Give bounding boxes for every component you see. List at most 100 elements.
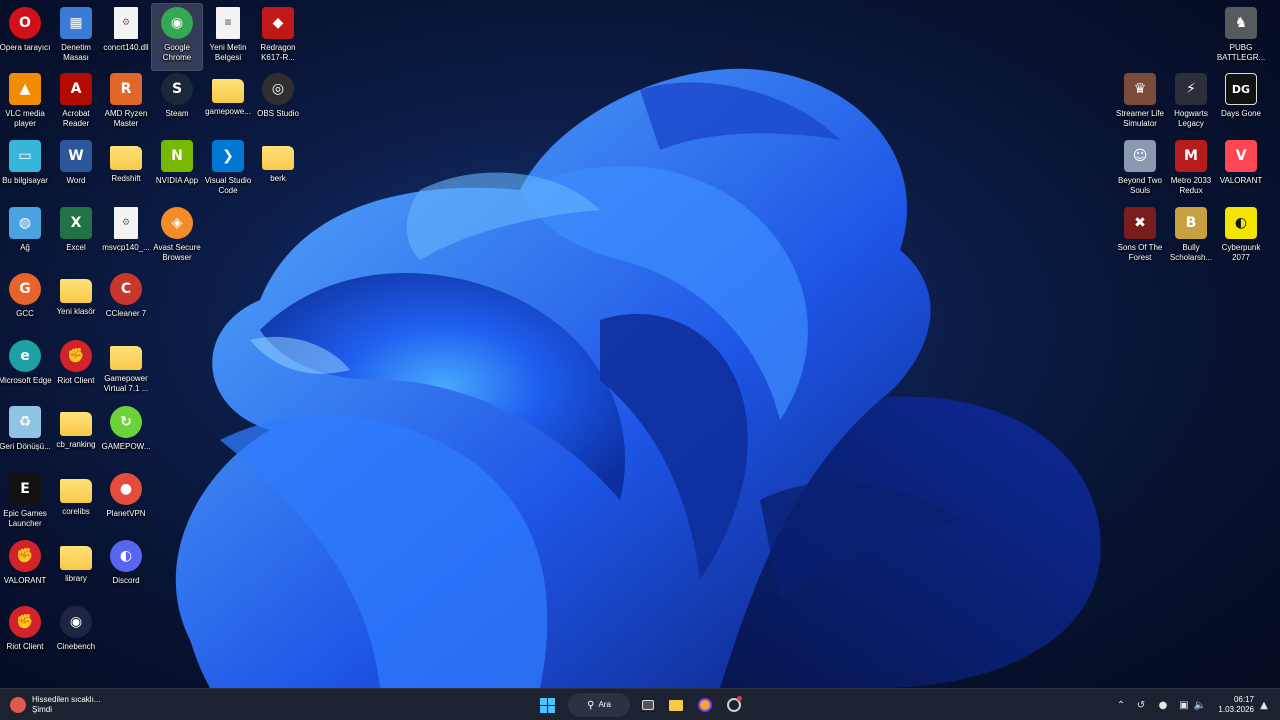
desktop-icon-riot-client[interactable]: ✊ Riot Client — [0, 603, 50, 669]
desktop-icon-visual-studio-code[interactable]: ❯ Visual Studio Code — [203, 137, 253, 203]
task-view-icon — [642, 700, 654, 710]
desktop-icon-cinebench[interactable]: ◉ Cinebench — [51, 603, 101, 669]
desktop-icon-metro-2033-redux[interactable]: M Metro 2033 Redux — [1166, 137, 1216, 203]
desktop-icon-label: Google Chrome — [162, 43, 192, 62]
word-icon: W — [60, 140, 92, 172]
desktop-icon-microsoft-edge[interactable]: e Microsoft Edge — [0, 337, 52, 403]
desktop-icon-redshift[interactable]: Redshift — [101, 137, 151, 203]
desktop-icon-msvcp140[interactable]: ⚙ msvcp140_... — [101, 204, 151, 270]
redragon-icon: ◆ — [262, 7, 294, 39]
windows-logo-icon — [539, 697, 555, 713]
text-document-icon: ≡ — [216, 7, 240, 39]
desktop-icon-label: Excel — [66, 243, 86, 252]
desktop-icon-days-gone[interactable]: DG Days Gone — [1216, 70, 1266, 136]
show-hidden-icons-chevron-icon[interactable]: ⌃ — [1114, 698, 1128, 712]
desktop-icon-label: Days Gone — [1220, 109, 1262, 118]
desktop-icon-avast-secure-browser[interactable]: ◈ Avast Secure Browser — [152, 204, 202, 270]
desktop-icon-cb-ranking[interactable]: cb_ranking — [51, 403, 101, 469]
desktop-icon-label: Visual Studio Code — [204, 176, 252, 195]
desktop-icon-amd-ryzen-master[interactable]: R AMD Ryzen Master — [101, 70, 151, 136]
desktop-icon-label: Epic Games Launcher — [3, 509, 47, 528]
avast-icon: ◈ — [161, 207, 193, 239]
desktop-icon-label: Riot Client — [57, 376, 95, 385]
task-view-button[interactable] — [638, 693, 658, 717]
start-button[interactable] — [536, 693, 558, 717]
desktop-icon-excel[interactable]: X Excel — [51, 204, 101, 270]
gamepower-icon: ↻ — [110, 406, 142, 438]
desktop-icon-label: Streamer Life Simulator — [1115, 109, 1165, 128]
desktop-icon-yeni-metin-belgesi[interactable]: ≡ Yeni Metin Belgesi — [203, 4, 253, 70]
desktop-icon-hogwarts-legacy[interactable]: ⚡ Hogwarts Legacy — [1166, 70, 1216, 136]
network-icon[interactable]: ▣ — [1177, 698, 1191, 712]
desktop-icon-corelibs[interactable]: corelibs — [51, 470, 101, 536]
desktop-icon-label: Cinebench — [56, 642, 96, 651]
desktop-icon-valorant[interactable]: V VALORANT — [1216, 137, 1266, 203]
desktop-icon-vlc-media-player[interactable]: ▲ VLC media player — [0, 70, 50, 136]
desktop-icon-pubg-battlegr[interactable]: ♞ PUBG BATTLEGR... — [1216, 4, 1266, 70]
desktop-icon-gamepower-virtual-7-1[interactable]: Gamepower Virtual 7.1 ... — [101, 337, 151, 403]
valorant-icon: V — [1225, 140, 1257, 172]
taskbar-gamepower[interactable] — [724, 693, 744, 717]
desktop-icon-planetvpn[interactable]: ● PlanetVPN — [101, 470, 151, 536]
desktop-icon-cyberpunk-2077[interactable]: ◐ Cyberpunk 2077 — [1216, 204, 1266, 270]
desktop-icon-sons-of-the-forest[interactable]: ✖ Sons Of The Forest — [1115, 204, 1165, 270]
desktop-icon-ccleaner-7[interactable]: C CCleaner 7 — [101, 270, 151, 336]
desktop-icon-streamer-life-simulator[interactable]: ♛ Streamer Life Simulator — [1115, 70, 1165, 136]
gamepower-tray-icon-small[interactable]: ↺ — [1134, 698, 1148, 712]
amd-ryzen-icon: R — [110, 73, 142, 105]
desktop-icon-redragon-k617-r[interactable]: ◆ Redragon K617-R... — [253, 4, 303, 70]
taskbar-avast-browser[interactable] — [695, 693, 715, 717]
desktop-icon-label: Ağ — [20, 243, 30, 252]
obs-icon: ◎ — [262, 73, 294, 105]
microphone-icon[interactable]: ● — [1156, 698, 1170, 712]
desktop-icon-concrt140-dll[interactable]: ⚙ concrt140.dll — [101, 4, 151, 70]
desktop-icon-label: Acrobat Reader — [62, 109, 90, 128]
search-label: Ara — [598, 700, 611, 709]
desktop-icon-acrobat-reader[interactable]: A Acrobat Reader — [51, 70, 101, 136]
desktop-icon-library[interactable]: library — [51, 537, 101, 603]
notifications-bell-icon[interactable]: ▲ — [1257, 698, 1271, 712]
notification-dot — [737, 696, 742, 701]
weather-widget[interactable]: Hissedilen sıcaklı... Şimdi — [10, 693, 110, 717]
desktop-icon-label: Steam — [165, 109, 189, 118]
desktop-icon-epic-games-launcher[interactable]: E Epic Games Launcher — [0, 470, 50, 536]
desktop-icon-label: Discord — [112, 576, 140, 585]
desktop-icon-berk[interactable]: berk — [253, 137, 303, 203]
desktop-icon-bu-bilgisayar[interactable]: ▭ Bu bilgisayar — [0, 137, 50, 203]
desktop-icon-denetim-masası[interactable]: ▦ Denetim Masası — [51, 4, 101, 70]
desktop-icon-nvidia-app[interactable]: N NVIDIA App — [152, 137, 202, 203]
folder-icon — [60, 546, 92, 570]
desktop-icon-label: Bu bilgisayar — [2, 176, 48, 185]
desktop-icon-gamepowe[interactable]: gamepowe... — [203, 70, 253, 136]
volume-icon[interactable]: 🔈 — [1193, 698, 1207, 712]
desktop-icon-geri-dönüşü[interactable]: ♻ Geri Dönüşü... — [0, 403, 51, 469]
desktop-icon-opera-tarayıcı[interactable]: O Opera tarayıcı — [0, 4, 50, 70]
folder-icon — [110, 346, 142, 370]
taskbar-file-explorer[interactable] — [666, 693, 686, 717]
desktop-icon-bully-scholarsh[interactable]: B Bully Scholarsh... — [1166, 204, 1216, 270]
search-button[interactable]: ⚲ Ara — [568, 693, 630, 717]
desktop-icon-label: NVIDIA App — [155, 176, 199, 185]
desktop-icon-discord[interactable]: ◐ Discord — [101, 537, 151, 603]
opera-icon: O — [9, 7, 41, 39]
desktop-icon-obs-studio[interactable]: ◎ OBS Studio — [253, 70, 303, 136]
cyberpunk-icon: ◐ — [1225, 207, 1257, 239]
desktop-icon-yeni-klasör[interactable]: Yeni klasör — [51, 270, 101, 336]
recycle-bin-icon: ♻ — [9, 406, 41, 438]
desktop-icon-riot-client[interactable]: ✊ Riot Client — [51, 337, 101, 403]
desktop-icon-label: Geri Dönüşü... — [0, 442, 51, 451]
desktop-icon-label: GAMEPOW... — [101, 442, 151, 451]
desktop-icon-gamepow[interactable]: ↻ GAMEPOW... — [101, 403, 151, 469]
desktop-icon-valorant[interactable]: ✊ VALORANT — [0, 537, 50, 603]
desktop-icon-label: Redragon K617-R... — [260, 43, 296, 62]
riot-icon: ✊ — [9, 606, 41, 638]
desktop-icon-word[interactable]: W Word — [51, 137, 101, 203]
desktop-icon-gcc[interactable]: G GCC — [0, 270, 50, 336]
desktop-icon-label: Yeni klasör — [56, 307, 96, 316]
desktop-icon-ağ[interactable]: ◍ Ağ — [0, 204, 50, 270]
desktop-icon-beyond-two-souls[interactable]: ☺ Beyond Two Souls — [1115, 137, 1165, 203]
clock[interactable]: 06:17 1.03.2026 — [1212, 693, 1254, 717]
desktop-icon-google-chrome[interactable]: ◉ Google Chrome — [151, 3, 203, 71]
desktop-icon-label: VALORANT — [3, 576, 47, 585]
desktop-icon-steam[interactable]: S Steam — [152, 70, 202, 136]
